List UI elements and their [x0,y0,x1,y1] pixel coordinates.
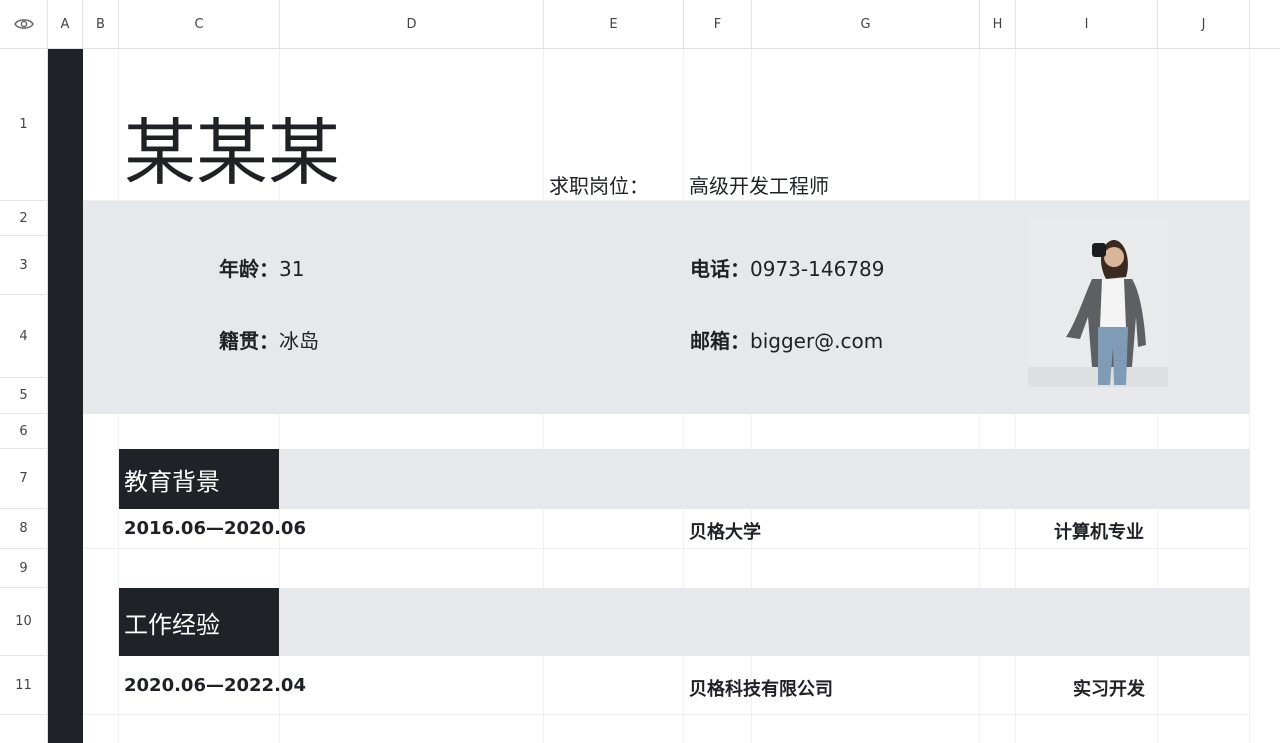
col-header-d[interactable]: D [280,0,544,49]
work-header[interactable]: 工作经验 [119,588,279,656]
origin-field[interactable]: 籍贯：冰岛 [219,325,319,354]
phone-field[interactable]: 电话：0973-146789 [690,253,884,282]
origin-label: 籍贯： [219,329,279,353]
col-header-j[interactable]: J [1158,0,1250,49]
col-header-f[interactable]: F [684,0,752,49]
age-label: 年龄： [219,257,279,281]
job-label: 求职岗位： [549,174,649,198]
work-band [119,588,1250,656]
work-role[interactable]: 实习开发 [1073,675,1145,701]
age-field[interactable]: 年龄：31 [219,253,304,282]
row-header-5[interactable]: 5 [0,378,48,414]
eye-icon [13,19,34,29]
phone-value: 0973-146789 [750,257,885,281]
column-a-fill [48,49,83,743]
col-header-g[interactable]: G [752,0,980,49]
age-value: 31 [279,257,305,281]
email-label: 邮箱： [690,329,750,353]
education-major[interactable]: 计算机专业 [1054,518,1144,544]
person-photo-icon [1028,217,1168,387]
row-header-3[interactable]: 3 [0,236,48,295]
education-school[interactable]: 贝格大学 [689,518,761,544]
col-header-empty [1250,0,1280,49]
row-header-11[interactable]: 11 [0,656,48,715]
work-period[interactable]: 2020.06—2022.04 [124,675,306,696]
col-header-e[interactable]: E [544,0,684,49]
row-header-10[interactable]: 10 [0,588,48,656]
row-header-9[interactable]: 9 [0,549,48,588]
gridline [48,714,1250,715]
work-company[interactable]: 贝格科技有限公司 [689,675,833,701]
col-header-b[interactable]: B [83,0,119,49]
row-header-2[interactable]: 2 [0,201,48,236]
resume-name[interactable]: 某某某 [124,108,340,198]
profile-photo[interactable] [1028,217,1168,387]
row-header-6[interactable]: 6 [0,414,48,449]
education-period[interactable]: 2016.06—2020.06 [124,518,306,539]
visibility-toggle[interactable] [0,0,48,49]
education-band [119,449,1250,509]
row-header-4[interactable]: 4 [0,295,48,378]
origin-value: 冰岛 [279,329,319,353]
col-header-a[interactable]: A [48,0,83,49]
col-header-i[interactable]: I [1016,0,1158,49]
email-value: bigger@.com [750,329,884,353]
gridline [48,548,1250,549]
col-header-c[interactable]: C [119,0,280,49]
col-header-h[interactable]: H [980,0,1016,49]
row-header-empty [0,715,48,743]
row-header-1[interactable]: 1 [0,49,48,201]
education-header[interactable]: 教育背景 [119,449,279,509]
row-header-7[interactable]: 7 [0,449,48,509]
email-field[interactable]: 邮箱：bigger@.com [690,325,883,354]
phone-label: 电话： [690,257,750,281]
job-value[interactable]: 高级开发工程师 [689,170,829,199]
row-header-8[interactable]: 8 [0,509,48,549]
